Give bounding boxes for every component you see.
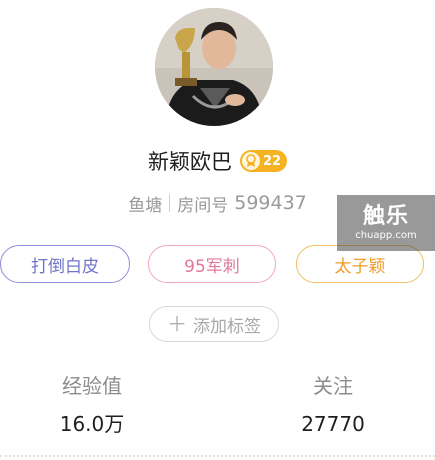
divider	[0, 455, 435, 457]
follow-stat[interactable]: 关注 27770	[258, 372, 408, 438]
add-tag-button[interactable]: ＋ 添加标签	[149, 306, 279, 342]
avatar[interactable]	[155, 8, 273, 126]
tag-item[interactable]: 95军刺	[148, 245, 276, 283]
medal-icon	[241, 152, 260, 170]
tag-label: 95军刺	[184, 256, 240, 277]
exp-label: 经验值	[62, 374, 122, 398]
watermark-logo: 触乐 chuapp.com	[337, 195, 435, 251]
plus-icon: ＋	[167, 312, 187, 336]
exp-stat[interactable]: 经验值 16.0万	[17, 372, 167, 438]
name-row: 新颖欧巴 22	[0, 145, 435, 177]
tag-label: 太子颖	[334, 256, 386, 277]
exp-value: 16.0万	[59, 412, 125, 436]
location-text: 鱼塘	[128, 195, 163, 216]
level-badge: 22	[239, 150, 288, 172]
add-tag-label: 添加标签	[193, 316, 261, 337]
user-name: 新颖欧巴	[147, 150, 232, 174]
watermark-sub: chuapp.com	[355, 230, 417, 241]
room-number: 599437	[234, 192, 307, 214]
divider	[169, 194, 171, 212]
follow-label: 关注	[313, 374, 353, 398]
level-number: 22	[262, 153, 282, 169]
avatar-photo	[155, 8, 273, 126]
watermark-main: 触乐	[362, 204, 409, 229]
room-label: 房间号	[177, 195, 229, 216]
tag-label: 打倒白皮	[31, 256, 99, 277]
tag-item[interactable]: 打倒白皮	[0, 245, 130, 283]
follow-value: 27770	[301, 412, 365, 436]
